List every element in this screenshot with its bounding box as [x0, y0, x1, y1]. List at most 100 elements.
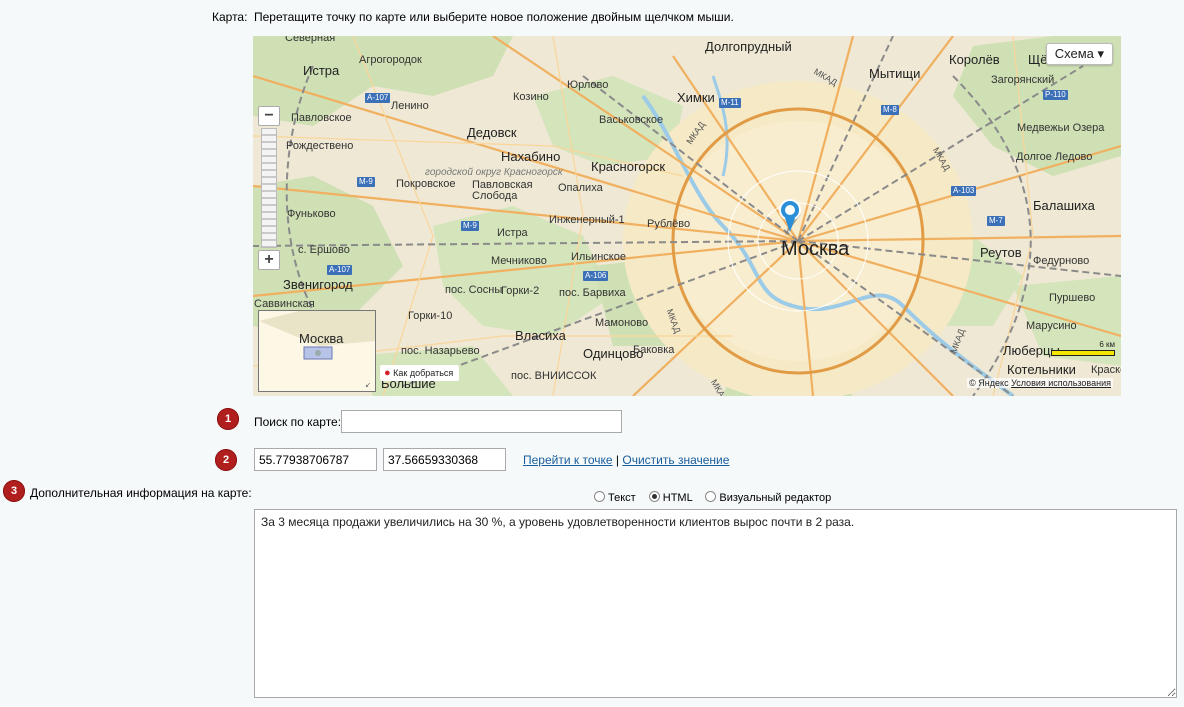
editor-mode-switch: Текст HTML Визуальный редактор: [594, 491, 831, 504]
map-label-vniissok: пос. ВНИИССОК: [511, 370, 597, 382]
map-label-yurlovo: Юрлово: [567, 79, 609, 91]
map-label-funkovo: Фуньково: [287, 208, 336, 220]
map-label-kraskovo: Красково: [1091, 364, 1121, 376]
step-badge-2: 2: [215, 449, 237, 471]
extra-info-textarea[interactable]: За 3 месяца продажи увеличились на 30 %,…: [254, 509, 1177, 698]
map-label-kozino: Козино: [513, 91, 549, 103]
yandex-map[interactable]: Северная Истра Агрогородок Долгопрудный …: [253, 36, 1121, 396]
mode-visual-radio[interactable]: [705, 491, 717, 502]
map-label-pokrovskoe: Покровское: [396, 178, 456, 190]
map-label-ilyinskoe: Ильинское: [571, 251, 626, 263]
map-label-sosny: пос. Сосны: [445, 284, 503, 296]
scale-label: 6 км: [1099, 340, 1115, 349]
map-label-severnaya: Северная: [285, 36, 336, 44]
mode-html-label: HTML: [662, 492, 693, 504]
copyright-text: © Яндекс: [969, 378, 1009, 388]
terms-link[interactable]: Условия использования: [1011, 378, 1111, 388]
mode-text-label: Текст: [608, 492, 636, 504]
map-label-dolgoe: Долгое Ледово: [1016, 151, 1093, 163]
zoom-in-button[interactable]: +: [258, 250, 280, 270]
map-label-agrogorodok: Агрогородок: [359, 54, 422, 66]
map-label-inzhenerny: Инженерный-1: [549, 214, 625, 226]
map-label-istra: Истра: [303, 63, 340, 78]
highway-a107-top: A-107: [365, 93, 391, 103]
highway-m8: M-8: [881, 105, 899, 115]
map-label-vlasikha: Власиха: [515, 328, 566, 343]
zoom-slider[interactable]: [261, 128, 277, 248]
minimap-corner-text: ↙: [365, 382, 371, 389]
map-label-vaskovskoe: Васьковское: [599, 114, 664, 126]
map-label-rozhdestveno: Рождествено: [286, 140, 354, 152]
map-label-kotelniki: Котельники: [1007, 362, 1076, 377]
mode-html-option[interactable]: HTML: [648, 491, 696, 504]
map-label-dolgoprudny: Долгопрудный: [705, 39, 792, 54]
map-scale: 6 км: [1051, 340, 1115, 356]
step-badge-1: 1: [217, 408, 239, 430]
map-label-balashikha: Балашиха: [1033, 198, 1095, 213]
map-label-dedovsk: Дедовск: [467, 125, 517, 140]
map-label-purshevo: Пуршево: [1049, 292, 1096, 304]
scale-bar: [1051, 350, 1115, 356]
map-label-mechnikovo: Мечниково: [491, 255, 547, 267]
mode-visual-option[interactable]: Визуальный редактор: [705, 491, 832, 504]
go-to-point-link[interactable]: Перейти к точке: [523, 453, 613, 467]
map-label-korolev: Королёв: [949, 52, 1000, 67]
map-label-rublevo: Рублёво: [647, 218, 691, 230]
map-label-gorki-2: Горки-2: [501, 285, 540, 297]
step-badge-3: 3: [3, 480, 25, 502]
map-label-pavlovskoe: Павловское: [291, 112, 352, 124]
mode-html-radio[interactable]: [648, 491, 660, 502]
map-label-medvezhi: Медвежьи Озера: [1017, 122, 1105, 134]
highway-a107-bottom: A-107: [327, 265, 353, 275]
map-label-pavlovskaya: Павловская Слобода: [472, 179, 533, 202]
map-label-yershovo: с. Ершово: [298, 244, 350, 256]
map-hint: Перетащите точку по карте или выберите н…: [254, 10, 734, 24]
map-label-barvikha: пос. Барвиха: [559, 287, 626, 299]
map-label-nazarevo: пос. Назарьево: [401, 345, 480, 357]
map-label-savvinskaya: Саввинская: [254, 298, 315, 310]
longitude-input[interactable]: [383, 448, 506, 471]
map-label: Карта:: [212, 10, 248, 24]
map-label-mamonovo: Мамоново: [595, 317, 649, 329]
highway-m9b: M-9: [461, 221, 479, 231]
route-pin-icon: ●: [384, 367, 391, 379]
route-button-label: Как добраться: [393, 368, 454, 378]
map-label-fedurnovo: Федурново: [1033, 255, 1090, 267]
zoom-out-button[interactable]: −: [258, 106, 280, 126]
minimap-tiles: ↙: [259, 311, 375, 389]
coords-actions: Перейти к точке | Очистить значение: [523, 453, 729, 467]
map-label-khimki: Химки: [677, 90, 715, 105]
clear-value-link[interactable]: Очистить значение: [622, 453, 729, 467]
route-button[interactable]: ● Как добраться: [380, 365, 460, 381]
map-label-mytishchi: Мытищи: [869, 66, 921, 81]
link-separator: |: [615, 453, 620, 467]
highway-m11: M-11: [719, 98, 741, 108]
map-label-marusino: Марусино: [1026, 320, 1077, 332]
highway-m7: M-7: [987, 216, 1005, 226]
map-label-krasnogorsky-okrug: городской округ Красногорск: [425, 167, 563, 178]
minimap[interactable]: ↙ Москва: [258, 310, 376, 392]
mode-text-radio[interactable]: [594, 491, 605, 502]
highway-a103: A-103: [951, 186, 977, 196]
minimap-label: Москва: [299, 331, 344, 346]
layer-button[interactable]: Схема ▾: [1045, 43, 1113, 65]
zoom-control: − +: [258, 106, 280, 270]
map-label-nakhabino: Нахабино: [501, 149, 561, 164]
mode-visual-label: Визуальный редактор: [719, 492, 832, 504]
map-label-opalikha: Опалиха: [558, 182, 603, 194]
map-label-moscow: Москва: [781, 238, 850, 260]
highway-a106: A-106: [583, 271, 609, 281]
map-label-shchyo: Щё: [1028, 52, 1048, 67]
extra-info-label: Дополнительная информация на карте:: [30, 486, 252, 500]
map-label-zvenigorod: Звенигород: [283, 277, 353, 292]
latitude-input[interactable]: [254, 448, 377, 471]
map-copyright: © Яндекс Условия использования: [967, 378, 1113, 388]
highway-m9: M-9: [357, 177, 375, 187]
map-label-zagoryansky: Загорянский: [991, 74, 1055, 86]
map-search-input[interactable]: [341, 410, 622, 433]
map-label-bakovka: Баковка: [633, 344, 675, 356]
search-label: Поиск по карте:: [254, 415, 342, 429]
mode-text-option[interactable]: Текст: [594, 491, 639, 504]
map-label-krasnogorsk: Красногорск: [591, 159, 666, 174]
map-label-istra-2: Истра: [497, 227, 528, 239]
